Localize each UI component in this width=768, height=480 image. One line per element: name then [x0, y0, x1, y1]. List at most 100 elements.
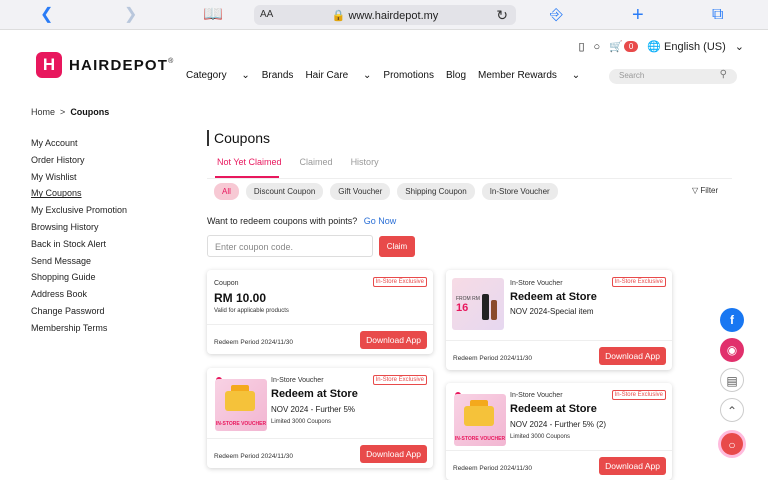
- coupon-desc: NOV 2024-Special item: [510, 307, 594, 316]
- back-to-top-icon[interactable]: ⌃: [720, 398, 744, 422]
- claim-button[interactable]: Claim: [379, 236, 415, 257]
- store-icon[interactable]: ▤: [720, 368, 744, 392]
- sidebar-item-membership-terms[interactable]: Membership Terms: [31, 320, 127, 337]
- coupon-type: In-Store Voucher: [510, 280, 563, 287]
- download-app-button[interactable]: Download App: [360, 331, 427, 349]
- facebook-icon[interactable]: f: [720, 308, 744, 332]
- download-app-button[interactable]: Download App: [599, 347, 666, 365]
- coupon-title: Redeem at Store: [510, 403, 597, 415]
- sidebar-item-send-message[interactable]: Send Message: [31, 253, 127, 270]
- registered-mark: ®: [168, 57, 174, 65]
- filter-label: Filter: [700, 186, 719, 195]
- tabs-icon[interactable]: ⧉: [712, 5, 723, 25]
- thumb-price: 16: [456, 302, 469, 314]
- in-store-exclusive-badge: In-Store Exclusive: [372, 375, 427, 385]
- chip-gift-voucher[interactable]: Gift Voucher: [330, 183, 391, 200]
- coupons-main: Coupons Not Yet Claimed Claimed History …: [207, 130, 732, 257]
- book-icon[interactable]: 📖: [203, 5, 223, 25]
- coupon-card[interactable]: IN-STORE VOUCHER In-Store Voucher In-Sto…: [207, 368, 433, 468]
- chip-shipping-coupon[interactable]: Shipping Coupon: [397, 183, 475, 200]
- logo-mark: H: [36, 52, 62, 78]
- globe-icon[interactable]: 🌐: [647, 40, 661, 53]
- language-selector[interactable]: English (US): [664, 41, 726, 53]
- coupon-card[interactable]: FROM RM 16 In-Store Voucher In-Store Exc…: [446, 270, 672, 370]
- main-nav: Category ⌄ Brands Hair Care ⌄ Promotions…: [186, 70, 592, 81]
- search-input[interactable]: Search ⚲: [609, 69, 737, 84]
- download-app-button[interactable]: Download App: [599, 457, 666, 475]
- logo[interactable]: H HAIRDEPOT ®: [36, 52, 173, 78]
- sidebar-item-shopping-guide[interactable]: Shopping Guide: [31, 269, 127, 286]
- gift-box-image: [464, 406, 494, 426]
- coupon-limit: Limited 3000 Coupons: [271, 419, 332, 425]
- coupon-title: Redeem at Store: [510, 291, 597, 303]
- breadcrumb-home[interactable]: Home: [31, 107, 55, 117]
- breadcrumb: Home > Coupons: [31, 107, 109, 117]
- sidebar-item-my-wishlist[interactable]: My Wishlist: [31, 169, 127, 186]
- sidebar-item-address-book[interactable]: Address Book: [31, 286, 127, 303]
- tab-claimed[interactable]: Claimed: [300, 157, 333, 176]
- sidebar-item-browsing-history[interactable]: Browsing History: [31, 219, 127, 236]
- address-bar[interactable]: AA 🔒 www.hairdepot.my ↻: [254, 5, 516, 25]
- instagram-icon[interactable]: ◉: [720, 338, 744, 362]
- browser-toolbar: ❮ ❯ 📖 AA 🔒 www.hairdepot.my ↻ ⎆ + ⧉: [0, 0, 768, 30]
- nav-hair-care[interactable]: Hair Care ⌄: [305, 70, 371, 81]
- coupon-value: RM 10.00: [214, 291, 267, 305]
- go-now-link[interactable]: Go Now: [364, 216, 397, 226]
- coupon-footer: Redeem Period 2024/11/30 Download App: [446, 340, 672, 370]
- coupon-tabs: Not Yet Claimed Claimed History: [217, 157, 397, 176]
- sidebar-item-change-password[interactable]: Change Password: [31, 303, 127, 320]
- coupon-card[interactable]: Coupon In-Store Exclusive RM 10.00 Valid…: [207, 270, 433, 354]
- coupon-code-input[interactable]: Enter coupon code.: [207, 235, 373, 257]
- sidebar-item-my-coupons[interactable]: My Coupons: [31, 185, 127, 202]
- plus-icon[interactable]: +: [632, 5, 644, 25]
- page-title: Coupons: [207, 130, 732, 146]
- coupon-limit: Limited 3000 Coupons: [510, 434, 571, 440]
- user-icon[interactable]: ○: [594, 41, 601, 53]
- logo-text: HAIRDEPOT: [69, 56, 169, 74]
- redeem-period: Redeem Period 2024/11/30: [214, 339, 294, 346]
- sidebar-item-order-history[interactable]: Order History: [31, 152, 127, 169]
- coupon-title: Redeem at Store: [271, 388, 358, 400]
- product-bottle-image: [482, 294, 489, 320]
- filter-button[interactable]: ▽ Filter: [692, 186, 718, 195]
- tab-divider: [207, 178, 732, 179]
- tab-history[interactable]: History: [351, 157, 379, 176]
- chip-all[interactable]: All: [214, 183, 239, 200]
- coupon-type: In-Store Voucher: [271, 377, 324, 384]
- account-sidebar: My Account Order History My Wishlist My …: [31, 135, 127, 337]
- chip-in-store-voucher[interactable]: In-Store Voucher: [481, 183, 558, 200]
- tab-not-yet-claimed[interactable]: Not Yet Claimed: [217, 157, 282, 176]
- sidebar-item-back-in-stock-alert[interactable]: Back in Stock Alert: [31, 236, 127, 253]
- coupon-type: In-Store Voucher: [510, 392, 563, 399]
- search-icon[interactable]: ⚲: [720, 69, 727, 80]
- sidebar-item-my-account[interactable]: My Account: [31, 135, 127, 152]
- chevron-down-icon[interactable]: ⌄: [735, 40, 744, 53]
- nav-blog[interactable]: Blog: [446, 70, 466, 81]
- coupon-card[interactable]: IN-STORE VOUCHER In-Store Voucher In-Sto…: [446, 383, 672, 480]
- nav-member-rewards[interactable]: Member Rewards ⌄: [478, 70, 580, 81]
- forward-icon[interactable]: ❯: [124, 5, 137, 25]
- download-app-button[interactable]: Download App: [360, 445, 427, 463]
- in-store-exclusive-badge: In-Store Exclusive: [611, 390, 666, 400]
- coupon-footer: Redeem Period 2024/11/30 Download App: [446, 450, 672, 480]
- cart-icon[interactable]: 🛒: [609, 40, 623, 53]
- sidebar-item-my-exclusive-promotion[interactable]: My Exclusive Promotion: [31, 202, 127, 219]
- chat-icon[interactable]: ○: [718, 430, 746, 458]
- redeem-period: Redeem Period 2024/11/30: [453, 355, 533, 362]
- nav-promotions[interactable]: Promotions: [383, 70, 434, 81]
- nav-brands[interactable]: Brands: [262, 70, 294, 81]
- thumb-label: IN-STORE VOUCHER: [215, 421, 267, 427]
- chip-discount-coupon[interactable]: Discount Coupon: [245, 183, 324, 200]
- phone-icon[interactable]: ▯: [578, 40, 584, 53]
- redeem-text: Want to redeem coupons with points?: [207, 216, 358, 226]
- site-header: H HAIRDEPOT ® ▯ ○ 🛒 0 🌐 English (US) ⌄ C…: [0, 30, 768, 100]
- thumb-label: IN-STORE VOUCHER: [454, 436, 506, 442]
- reload-icon[interactable]: ↻: [496, 7, 508, 24]
- redeem-points-row: Want to redeem coupons with points? Go N…: [207, 216, 396, 226]
- nav-category[interactable]: Category ⌄: [186, 70, 250, 81]
- in-store-exclusive-badge: In-Store Exclusive: [611, 277, 666, 287]
- share-icon[interactable]: ⎆: [550, 5, 563, 25]
- back-icon[interactable]: ❮: [40, 5, 53, 25]
- coupon-filter-chips: All Discount Coupon Gift Voucher Shippin…: [214, 183, 565, 200]
- coupon-desc: NOV 2024 - Further 5% (2): [510, 420, 607, 429]
